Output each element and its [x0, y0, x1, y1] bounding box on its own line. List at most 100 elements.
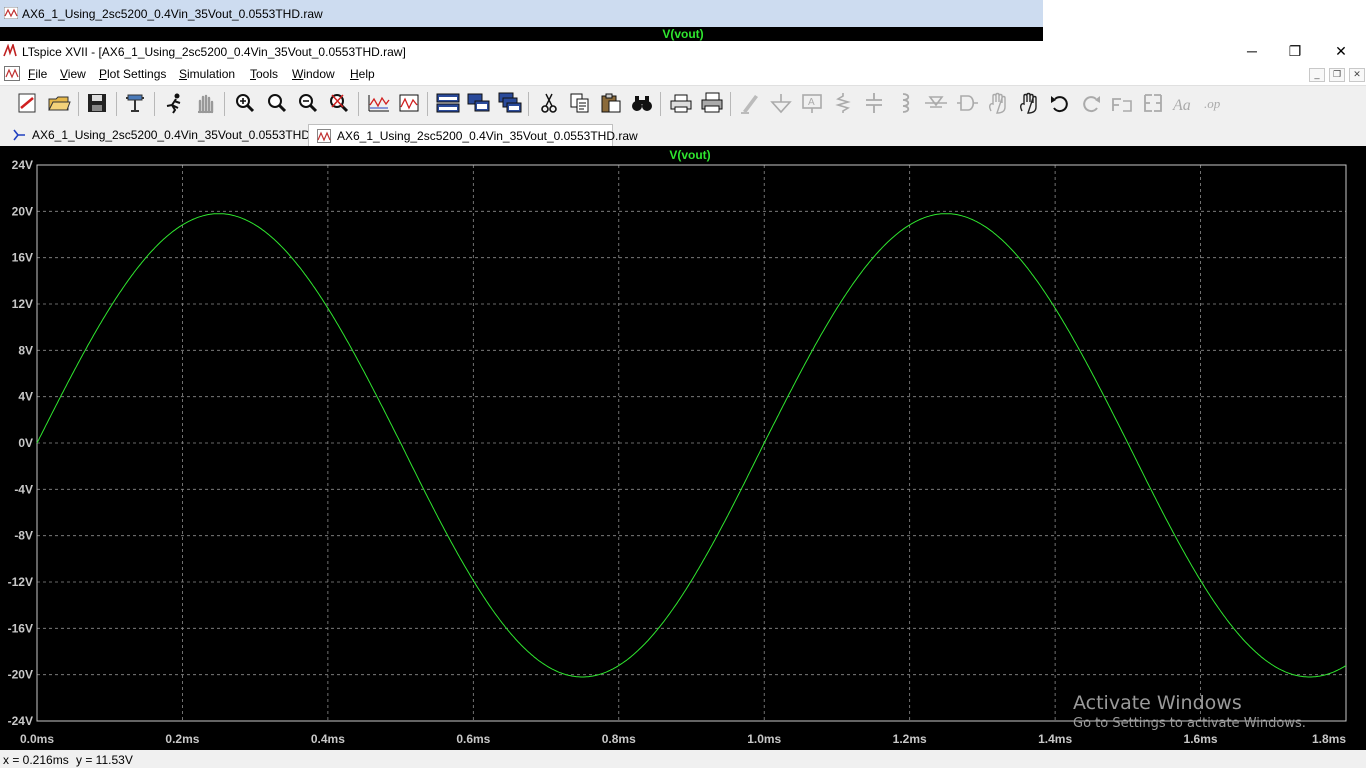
y-tick-label: -4V — [14, 482, 33, 496]
trace-label[interactable]: V(vout) — [669, 148, 710, 162]
menu-window-label: indow — [303, 67, 335, 81]
inductor-icon[interactable] — [892, 91, 918, 115]
menu-help[interactable]: Help — [350, 67, 375, 81]
component-icon[interactable] — [954, 91, 980, 115]
cut-icon[interactable] — [536, 91, 562, 115]
y-tick-label: -16V — [8, 621, 33, 635]
background-window-titlebar[interactable]: AX6_1_Using_2sc5200_0.4Vin_35Vout_0.0553… — [0, 0, 1043, 27]
y-tick-label: 8V — [18, 343, 33, 357]
waveform-plot[interactable]: 24V 20V 16V 12V 8V 4V 0V -4V -8V -12V -16V -20V -24V… — [0, 146, 1366, 750]
move-icon[interactable] — [985, 91, 1011, 115]
print-setup-icon[interactable] — [699, 91, 725, 115]
trace-vout[interactable] — [36, 213, 1347, 678]
spice-directive-icon[interactable]: .op — [1202, 91, 1228, 115]
y-tick-label: 0V — [18, 436, 33, 450]
toolbar-separator — [358, 92, 359, 116]
x-tick-label: 0.8ms — [602, 732, 636, 746]
toolbar: A Aa .op — [0, 85, 1366, 123]
draw-wire-icon[interactable] — [737, 91, 763, 115]
cursor-x-readout: x = 0.216ms — [3, 753, 69, 767]
menu-help-label: elp — [358, 67, 375, 81]
add-trace-icon[interactable] — [396, 91, 422, 115]
watermark-title: Activate Windows — [1073, 692, 1242, 714]
toolbar-separator — [78, 92, 79, 116]
cursor-y-readout: y = 11.53V — [76, 753, 133, 767]
close-button[interactable]: ✕ — [1318, 41, 1364, 63]
copy-icon[interactable] — [567, 91, 593, 115]
control-panel-icon[interactable] — [122, 91, 148, 115]
open-icon[interactable] — [46, 91, 72, 115]
menu-bar: File View Plot Settings Simulation Tools… — [0, 63, 1366, 84]
svg-text:Aa: Aa — [1172, 97, 1191, 114]
cascade-icon[interactable] — [497, 91, 523, 115]
zoom-back-icon[interactable] — [264, 91, 290, 115]
waveform-icon — [317, 129, 331, 143]
minimize-button[interactable]: ─ — [1229, 41, 1275, 63]
mirror-icon[interactable] — [1140, 91, 1166, 115]
y-tick-label: -24V — [8, 714, 33, 728]
menu-file-label: ile — [35, 67, 48, 81]
menu-simulation[interactable]: Simulation — [179, 67, 235, 81]
undo-icon[interactable] — [1047, 91, 1073, 115]
save-icon[interactable] — [84, 91, 110, 115]
y-axis-ticks: 24V 20V 16V 12V 8V 4V 0V -4V -8V -12V -16V -20V -24V — [8, 158, 33, 728]
menu-view[interactable]: View — [60, 67, 86, 81]
text-icon[interactable]: Aa — [1171, 91, 1197, 115]
toolbar-separator — [528, 92, 529, 116]
drag-icon[interactable] — [1016, 91, 1042, 115]
halt-icon[interactable] — [192, 91, 218, 115]
x-tick-label: 1.0ms — [747, 732, 781, 746]
menu-window[interactable]: Window — [292, 67, 335, 81]
tab-waveform[interactable]: AX6_1_Using_2sc5200_0.4Vin_35Vout_0.0553… — [308, 124, 638, 146]
menu-plot-settings-label: lot Settings — [107, 67, 167, 81]
tab-waveform-label: AX6_1_Using_2sc5200_0.4Vin_35Vout_0.0553… — [337, 129, 638, 143]
toolbar-separator — [660, 92, 661, 116]
waveform-plot-svg[interactable]: 24V 20V 16V 12V 8V 4V 0V -4V -8V -12V -16V -20V -24V… — [0, 146, 1366, 750]
new-schematic-icon[interactable] — [14, 91, 40, 115]
menu-tools[interactable]: Tools — [250, 67, 278, 81]
tile-horizontal-icon[interactable] — [435, 91, 461, 115]
window-titlebar[interactable]: LTspice XVII - [AX6_1_Using_2sc5200_0.4V… — [0, 41, 1366, 63]
watermark-subtitle: Go to Settings to activate Windows. — [1073, 716, 1306, 731]
paste-icon[interactable] — [598, 91, 624, 115]
ltspice-app-icon — [3, 44, 17, 57]
activation-watermark: Activate Windows Go to Settings to activ… — [1073, 692, 1306, 731]
autorange-icon[interactable] — [366, 91, 392, 115]
menu-view-accel: V — [60, 67, 68, 81]
x-axis-ticks: 0.0ms 0.2ms 0.4ms 0.6ms 0.8ms 1.0ms 1.2ms 1.4ms… — [20, 732, 1346, 746]
diode-icon[interactable] — [923, 91, 949, 115]
document-icon[interactable] — [4, 66, 20, 81]
zoom-area-icon[interactable] — [232, 91, 258, 115]
zoom-fit-icon[interactable] — [326, 91, 352, 115]
y-tick-label: 4V — [18, 390, 33, 404]
tab-schematic-label: AX6_1_Using_2sc5200_0.4Vin_35Vout_0.0553… — [32, 128, 332, 142]
zoom-out-icon[interactable] — [295, 91, 321, 115]
menu-simulation-accel: S — [179, 67, 188, 81]
rotate-icon[interactable] — [1109, 91, 1135, 115]
redo-icon[interactable] — [1078, 91, 1104, 115]
mdi-restore-button[interactable]: ❐ — [1329, 68, 1345, 82]
x-tick-label: 0.6ms — [456, 732, 490, 746]
menu-plot-settings-accel: P — [99, 67, 108, 81]
find-icon[interactable] — [629, 91, 655, 115]
tab-schematic[interactable]: AX6_1_Using_2sc5200_0.4Vin_35Vout_0.0553… — [4, 124, 332, 146]
document-tab-bar: AX6_1_Using_2sc5200_0.4Vin_35Vout_0.0553… — [0, 122, 1366, 146]
waveform-icon — [4, 7, 18, 19]
toolbar-separator — [116, 92, 117, 116]
run-icon[interactable] — [161, 91, 187, 115]
print-icon[interactable] — [668, 91, 694, 115]
maximize-button[interactable]: ❐ — [1272, 41, 1318, 63]
label-net-icon[interactable]: A — [799, 91, 825, 115]
window-title: LTspice XVII - [AX6_1_Using_2sc5200_0.4V… — [22, 45, 406, 59]
resistor-icon[interactable] — [830, 91, 856, 115]
plot-grid — [37, 165, 1346, 721]
mdi-close-button[interactable]: ✕ — [1349, 68, 1365, 82]
menu-view-label: iew — [67, 67, 86, 81]
menu-plot-settings[interactable]: Plot Settings — [99, 67, 166, 81]
ground-icon[interactable] — [768, 91, 794, 115]
mdi-minimize-button[interactable]: _ — [1309, 68, 1325, 82]
capacitor-icon[interactable] — [861, 91, 887, 115]
menu-file[interactable]: File — [28, 67, 47, 81]
tile-vertical-icon[interactable] — [466, 91, 492, 115]
y-tick-label: -8V — [14, 529, 33, 543]
